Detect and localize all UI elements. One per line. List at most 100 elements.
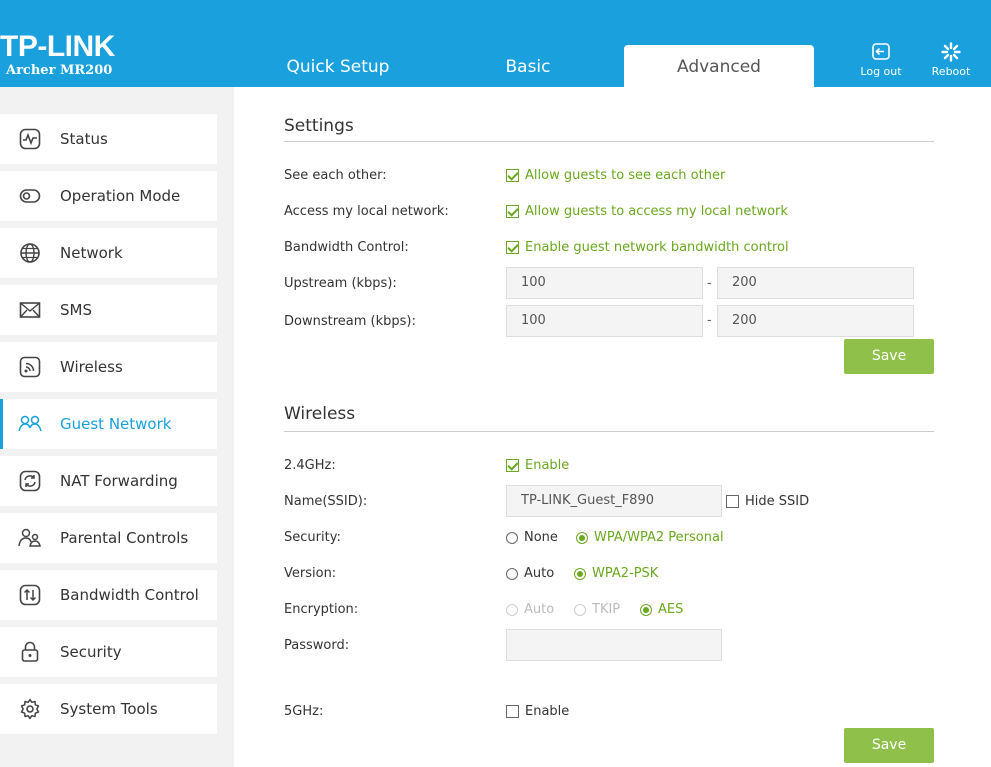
downstream-min-input[interactable]: 100	[506, 305, 703, 337]
version-label: Version:	[284, 566, 337, 581]
checkbox-box[interactable]	[506, 459, 519, 472]
sidebar-item-parental-controls[interactable]: Parental Controls	[0, 513, 217, 563]
sidebar-item-label: Guest Network	[60, 415, 172, 433]
local-network-option: Allow guests to access my local network	[525, 204, 788, 219]
band-24ghz-label: 2.4GHz:	[284, 458, 336, 473]
reboot-icon	[941, 42, 961, 62]
downstream-label: Downstream (kbps):	[284, 314, 416, 329]
sidebar-item-label: Operation Mode	[60, 187, 181, 205]
logout-button[interactable]: Log out	[851, 42, 911, 78]
operation-mode-icon	[0, 185, 60, 207]
see-each-other-option: Allow guests to see each other	[525, 168, 726, 183]
sidebar-item-guest-network[interactable]: Guest Network	[0, 399, 217, 449]
bandwidth-control-checkbox[interactable]: Enable guest network bandwidth control	[506, 240, 789, 255]
sidebar-item-label: Parental Controls	[60, 529, 189, 547]
ssid-input[interactable]: TP-LINK_Guest_F890	[506, 485, 722, 517]
downstream-range-dash: -	[707, 313, 712, 328]
version-wpa2-label: WPA2-PSK	[592, 566, 659, 581]
sidebar-item-label: System Tools	[60, 700, 158, 718]
gear-icon	[0, 698, 60, 720]
sidebar-item-label: Wireless	[60, 358, 123, 376]
sidebar-item-wireless[interactable]: Wireless	[0, 342, 217, 392]
security-label: Security:	[284, 530, 341, 545]
sidebar-item-security[interactable]: Security	[0, 627, 217, 677]
see-each-other-checkbox[interactable]: Allow guests to see each other	[506, 168, 725, 183]
local-network-label: Access my local network:	[284, 204, 449, 219]
sidebar-item-system-tools[interactable]: System Tools	[0, 684, 217, 734]
tab-advanced[interactable]: Advanced	[624, 45, 814, 87]
radio-dot[interactable]	[640, 603, 652, 616]
downstream-max-input[interactable]: 200	[717, 305, 914, 337]
status-icon	[0, 128, 60, 150]
settings-save-button[interactable]: Save	[844, 339, 934, 374]
logout-label: Log out	[860, 65, 902, 78]
radio-dot[interactable]	[576, 531, 588, 544]
checkbox-box[interactable]	[506, 169, 519, 182]
password-input[interactable]	[506, 629, 722, 661]
encryption-aes-radio[interactable]: AES	[640, 602, 683, 617]
encryption-auto-label: Auto	[524, 602, 555, 617]
wireless-icon	[0, 356, 60, 378]
band-5ghz-enable-checkbox[interactable]: Enable	[506, 704, 569, 719]
upstream-min-input[interactable]: 100	[506, 267, 703, 299]
encryption-aes-label: AES	[658, 602, 684, 617]
encryption-tkip-radio[interactable]: TKIP	[574, 602, 620, 617]
upstream-label: Upstream (kbps):	[284, 276, 397, 291]
wireless-save-button[interactable]: Save	[844, 728, 934, 763]
local-network-checkbox[interactable]: Allow guests to access my local network	[506, 204, 788, 219]
sidebar-item-label: NAT Forwarding	[60, 472, 178, 490]
bandwidth-control-option: Enable guest network bandwidth control	[525, 240, 789, 255]
checkbox-box[interactable]	[506, 705, 519, 718]
sidebar-item-operation-mode[interactable]: Operation Mode	[0, 171, 217, 221]
band-24ghz-enable-checkbox[interactable]: Enable	[506, 458, 569, 473]
security-none-label: None	[524, 530, 558, 545]
tab-quick-setup[interactable]: Quick Setup	[243, 45, 433, 87]
radio-dot[interactable]	[506, 603, 518, 616]
sidebar-item-label: Network	[60, 244, 123, 262]
sidebar-item-nat-forwarding[interactable]: NAT Forwarding	[0, 456, 217, 506]
version-auto-radio[interactable]: Auto	[506, 566, 554, 581]
wireless-section-title: Wireless	[284, 404, 356, 424]
radio-dot[interactable]	[506, 567, 518, 580]
radio-dot[interactable]	[574, 603, 586, 616]
sidebar-item-label: Status	[60, 130, 108, 148]
band-5ghz-label: 5GHz:	[284, 704, 324, 719]
reboot-button[interactable]: Reboot	[921, 42, 981, 78]
see-each-other-label: See each other:	[284, 168, 387, 183]
reboot-label: Reboot	[931, 65, 971, 78]
envelope-icon	[0, 299, 60, 321]
checkbox-box[interactable]	[506, 205, 519, 218]
checkbox-box[interactable]	[506, 241, 519, 254]
version-wpa2-radio[interactable]: WPA2-PSK	[574, 566, 658, 581]
security-none-radio[interactable]: None	[506, 530, 558, 545]
checkbox-box[interactable]	[726, 495, 739, 508]
encryption-auto-radio[interactable]: Auto	[506, 602, 554, 617]
sidebar: Status Operation Mode Network SMS Wirele…	[0, 87, 234, 767]
model-name: Archer MR200	[6, 63, 113, 78]
radio-dot[interactable]	[506, 531, 518, 544]
sidebar-item-label: SMS	[60, 301, 92, 319]
encryption-tkip-label: TKIP	[592, 602, 621, 617]
band-5ghz-enable-label: Enable	[525, 704, 570, 719]
main-content: Settings See each other: Allow guests to…	[234, 87, 991, 767]
sidebar-item-label: Security	[60, 643, 122, 661]
hide-ssid-checkbox[interactable]: Hide SSID	[726, 494, 809, 509]
sidebar-item-bandwidth-control[interactable]: Bandwidth Control	[0, 570, 217, 620]
sidebar-item-network[interactable]: Network	[0, 228, 217, 278]
lock-icon	[0, 641, 60, 663]
sidebar-item-status[interactable]: Status	[0, 114, 217, 164]
version-auto-label: Auto	[524, 566, 555, 581]
encryption-label: Encryption:	[284, 602, 359, 617]
password-label: Password:	[284, 638, 350, 653]
globe-icon	[0, 242, 60, 264]
sidebar-item-sms[interactable]: SMS	[0, 285, 217, 335]
nat-forwarding-icon	[0, 470, 60, 492]
security-wpa-radio[interactable]: WPA/WPA2 Personal	[576, 530, 724, 545]
hide-ssid-label: Hide SSID	[745, 494, 810, 509]
band-24ghz-enable-label: Enable	[525, 458, 570, 473]
security-wpa-label: WPA/WPA2 Personal	[594, 530, 724, 545]
radio-dot[interactable]	[574, 567, 586, 580]
tab-basic[interactable]: Basic	[433, 45, 623, 87]
top-header: TP-LINK Archer MR200 Quick Setup Basic A…	[0, 0, 991, 87]
upstream-max-input[interactable]: 200	[717, 267, 914, 299]
